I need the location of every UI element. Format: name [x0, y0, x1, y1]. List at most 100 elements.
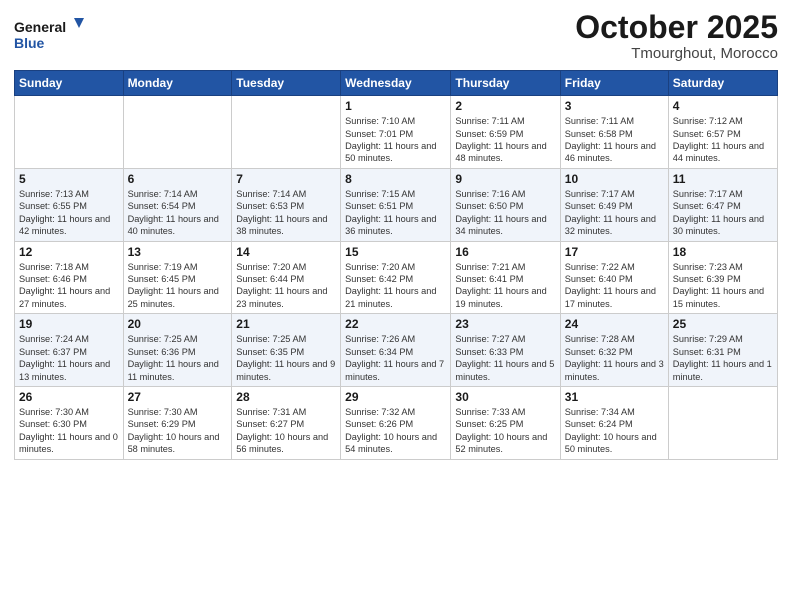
day-number: 17: [565, 245, 664, 259]
day-info: Sunrise: 7:11 AM Sunset: 6:59 PM Dayligh…: [455, 115, 555, 165]
day-info: Sunrise: 7:23 AM Sunset: 6:39 PM Dayligh…: [673, 261, 773, 311]
day-number: 29: [345, 390, 446, 404]
calendar-week-row: 5 Sunrise: 7:13 AM Sunset: 6:55 PM Daylig…: [15, 168, 778, 241]
day-number: 2: [455, 99, 555, 113]
day-info: Sunrise: 7:15 AM Sunset: 6:51 PM Dayligh…: [345, 188, 446, 238]
day-number: 8: [345, 172, 446, 186]
svg-text:Blue: Blue: [14, 35, 45, 51]
day-info: Sunrise: 7:22 AM Sunset: 6:40 PM Dayligh…: [565, 261, 664, 311]
table-row: 6 Sunrise: 7:14 AM Sunset: 6:54 PM Daylig…: [123, 168, 232, 241]
day-number: 5: [19, 172, 119, 186]
col-saturday: Saturday: [668, 71, 777, 96]
day-info: Sunrise: 7:17 AM Sunset: 6:47 PM Dayligh…: [673, 188, 773, 238]
col-sunday: Sunday: [15, 71, 124, 96]
day-number: 13: [128, 245, 228, 259]
day-number: 24: [565, 317, 664, 331]
table-row: 25 Sunrise: 7:29 AM Sunset: 6:31 PM Dayli…: [668, 314, 777, 387]
day-info: Sunrise: 7:19 AM Sunset: 6:45 PM Dayligh…: [128, 261, 228, 311]
page: General Blue October 2025 Tmourghout, Mo…: [0, 0, 792, 612]
day-info: Sunrise: 7:17 AM Sunset: 6:49 PM Dayligh…: [565, 188, 664, 238]
calendar-week-row: 19Sunrise: 7:24 AM Sunset: 6:37 PM Dayli…: [15, 314, 778, 387]
table-row: [668, 386, 777, 459]
table-row: 13 Sunrise: 7:19 AM Sunset: 6:45 PM Dayli…: [123, 241, 232, 314]
table-row: 9 Sunrise: 7:16 AM Sunset: 6:50 PM Daylig…: [451, 168, 560, 241]
day-info: Sunrise: 7:30 AM Sunset: 6:29 PM Dayligh…: [128, 406, 228, 456]
day-info: Sunrise: 7:11 AM Sunset: 6:58 PM Dayligh…: [565, 115, 664, 165]
table-row: 31Sunrise: 7:34 AM Sunset: 6:24 PM Dayli…: [560, 386, 668, 459]
day-number: 1: [345, 99, 446, 113]
svg-text:General: General: [14, 19, 66, 35]
table-row: 8 Sunrise: 7:15 AM Sunset: 6:51 PM Daylig…: [341, 168, 451, 241]
logo-svg: General Blue: [14, 14, 84, 58]
day-number: 10: [565, 172, 664, 186]
day-number: 23: [455, 317, 555, 331]
table-row: 5 Sunrise: 7:13 AM Sunset: 6:55 PM Daylig…: [15, 168, 124, 241]
day-info: Sunrise: 7:12 AM Sunset: 6:57 PM Dayligh…: [673, 115, 773, 165]
table-row: 18 Sunrise: 7:23 AM Sunset: 6:39 PM Dayli…: [668, 241, 777, 314]
day-number: 26: [19, 390, 119, 404]
table-row: 30 Sunrise: 7:33 AM Sunset: 6:25 PM Dayli…: [451, 386, 560, 459]
calendar-week-row: 12Sunrise: 7:18 AM Sunset: 6:46 PM Dayli…: [15, 241, 778, 314]
day-info: Sunrise: 7:13 AM Sunset: 6:55 PM Dayligh…: [19, 188, 119, 238]
day-number: 30: [455, 390, 555, 404]
table-row: 2 Sunrise: 7:11 AM Sunset: 6:59 PM Daylig…: [451, 96, 560, 169]
table-row: [15, 96, 124, 169]
col-wednesday: Wednesday: [341, 71, 451, 96]
table-row: 3 Sunrise: 7:11 AM Sunset: 6:58 PM Daylig…: [560, 96, 668, 169]
table-row: 19Sunrise: 7:24 AM Sunset: 6:37 PM Dayli…: [15, 314, 124, 387]
day-number: 22: [345, 317, 446, 331]
day-info: Sunrise: 7:26 AM Sunset: 6:34 PM Dayligh…: [345, 333, 446, 383]
day-info: Sunrise: 7:24 AM Sunset: 6:37 PM Dayligh…: [19, 333, 119, 383]
calendar-week-row: 1 Sunrise: 7:10 AM Sunset: 7:01 PM Daylig…: [15, 96, 778, 169]
day-number: 31: [565, 390, 664, 404]
day-info: Sunrise: 7:29 AM Sunset: 6:31 PM Dayligh…: [673, 333, 773, 383]
day-info: Sunrise: 7:30 AM Sunset: 6:30 PM Dayligh…: [19, 406, 119, 456]
day-info: Sunrise: 7:33 AM Sunset: 6:25 PM Dayligh…: [455, 406, 555, 456]
logo: General Blue: [14, 14, 84, 58]
day-number: 16: [455, 245, 555, 259]
table-row: 21Sunrise: 7:25 AM Sunset: 6:35 PM Dayli…: [232, 314, 341, 387]
calendar-header-row: Sunday Monday Tuesday Wednesday Thursday…: [15, 71, 778, 96]
day-info: Sunrise: 7:16 AM Sunset: 6:50 PM Dayligh…: [455, 188, 555, 238]
location-subtitle: Tmourghout, Morocco: [575, 45, 778, 62]
day-number: 14: [236, 245, 336, 259]
col-monday: Monday: [123, 71, 232, 96]
col-tuesday: Tuesday: [232, 71, 341, 96]
table-row: 16 Sunrise: 7:21 AM Sunset: 6:41 PM Dayli…: [451, 241, 560, 314]
day-info: Sunrise: 7:14 AM Sunset: 6:54 PM Dayligh…: [128, 188, 228, 238]
day-number: 12: [19, 245, 119, 259]
day-info: Sunrise: 7:32 AM Sunset: 6:26 PM Dayligh…: [345, 406, 446, 456]
day-info: Sunrise: 7:31 AM Sunset: 6:27 PM Dayligh…: [236, 406, 336, 456]
day-info: Sunrise: 7:14 AM Sunset: 6:53 PM Dayligh…: [236, 188, 336, 238]
day-info: Sunrise: 7:27 AM Sunset: 6:33 PM Dayligh…: [455, 333, 555, 383]
day-number: 28: [236, 390, 336, 404]
day-number: 25: [673, 317, 773, 331]
day-info: Sunrise: 7:21 AM Sunset: 6:41 PM Dayligh…: [455, 261, 555, 311]
day-info: Sunrise: 7:25 AM Sunset: 6:36 PM Dayligh…: [128, 333, 228, 383]
day-number: 18: [673, 245, 773, 259]
calendar-week-row: 26 Sunrise: 7:30 AM Sunset: 6:30 PM Dayli…: [15, 386, 778, 459]
table-row: 26 Sunrise: 7:30 AM Sunset: 6:30 PM Dayli…: [15, 386, 124, 459]
table-row: 24 Sunrise: 7:28 AM Sunset: 6:32 PM Dayli…: [560, 314, 668, 387]
day-info: Sunrise: 7:28 AM Sunset: 6:32 PM Dayligh…: [565, 333, 664, 383]
col-thursday: Thursday: [451, 71, 560, 96]
day-number: 3: [565, 99, 664, 113]
table-row: [232, 96, 341, 169]
day-number: 4: [673, 99, 773, 113]
table-row: 27 Sunrise: 7:30 AM Sunset: 6:29 PM Dayli…: [123, 386, 232, 459]
day-number: 20: [128, 317, 228, 331]
day-number: 6: [128, 172, 228, 186]
calendar-table: Sunday Monday Tuesday Wednesday Thursday…: [14, 70, 778, 459]
day-number: 9: [455, 172, 555, 186]
day-number: 27: [128, 390, 228, 404]
col-friday: Friday: [560, 71, 668, 96]
table-row: 17 Sunrise: 7:22 AM Sunset: 6:40 PM Dayli…: [560, 241, 668, 314]
day-info: Sunrise: 7:10 AM Sunset: 7:01 PM Dayligh…: [345, 115, 446, 165]
day-info: Sunrise: 7:20 AM Sunset: 6:42 PM Dayligh…: [345, 261, 446, 311]
table-row: 1 Sunrise: 7:10 AM Sunset: 7:01 PM Daylig…: [341, 96, 451, 169]
day-number: 11: [673, 172, 773, 186]
table-row: 12Sunrise: 7:18 AM Sunset: 6:46 PM Dayli…: [15, 241, 124, 314]
title-block: October 2025 Tmourghout, Morocco: [575, 10, 778, 62]
table-row: 20 Sunrise: 7:25 AM Sunset: 6:36 PM Dayli…: [123, 314, 232, 387]
month-title: October 2025: [575, 10, 778, 45]
